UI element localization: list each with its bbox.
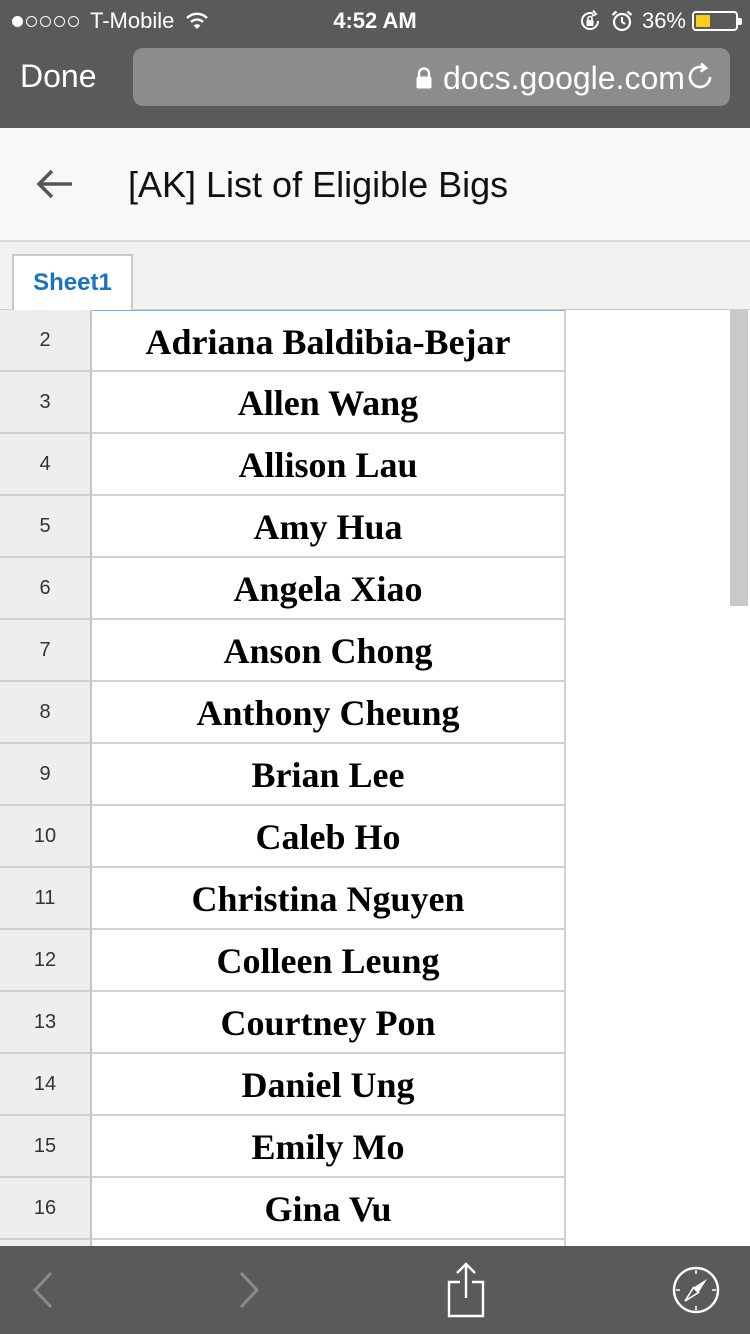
safari-toolbar xyxy=(0,1246,750,1334)
lock-icon xyxy=(416,67,432,89)
browser-chrome: T-Mobile 4:52 AM 36% Done docs.google.co… xyxy=(0,0,750,128)
document-header: [AK] List of Eligible Bigs xyxy=(0,128,750,242)
vertical-scrollbar[interactable] xyxy=(730,310,748,606)
table-cell[interactable]: Angela Xiao xyxy=(92,558,566,620)
share-button[interactable] xyxy=(440,1246,492,1334)
table-cell[interactable]: Gina Vu xyxy=(92,1178,566,1240)
status-bar: T-Mobile 4:52 AM 36% xyxy=(0,0,750,40)
table-cell[interactable]: Amy Hua xyxy=(92,496,566,558)
table-row: 13 Courtney Pon xyxy=(0,992,566,1054)
row-header[interactable]: 15 xyxy=(0,1116,92,1178)
reload-icon[interactable] xyxy=(684,61,716,93)
row-header[interactable]: 14 xyxy=(0,1054,92,1116)
row-header[interactable]: 5 xyxy=(0,496,92,558)
table-row: 7 Anson Chong xyxy=(0,620,566,682)
table-row: 5 Amy Hua xyxy=(0,496,566,558)
table-row: 6 Angela Xiao xyxy=(0,558,566,620)
table-row: 10 Caleb Ho xyxy=(0,806,566,868)
table-cell[interactable]: Allen Wang xyxy=(92,372,566,434)
share-icon xyxy=(447,1262,485,1318)
table-row: 2 Adriana Baldibia-Bejar xyxy=(0,310,566,372)
table-row: 8 Anthony Cheung xyxy=(0,682,566,744)
alarm-icon xyxy=(611,10,633,32)
row-header[interactable]: 13 xyxy=(0,992,92,1054)
row-header[interactable]: 10 xyxy=(0,806,92,868)
document-title: [AK] List of Eligible Bigs xyxy=(128,164,509,205)
table-cell[interactable]: Brian Lee xyxy=(92,744,566,806)
orientation-lock-icon xyxy=(580,9,599,30)
table-cell[interactable]: Emily Mo xyxy=(92,1116,566,1178)
row-header[interactable]: 4 xyxy=(0,434,92,496)
row-header[interactable]: 2 xyxy=(0,310,92,372)
address-bar[interactable]: docs.google.com xyxy=(133,48,730,106)
row-header[interactable]: 11 xyxy=(0,868,92,930)
back-arrow-icon[interactable] xyxy=(34,164,76,204)
status-right: 36% xyxy=(578,8,742,34)
back-chevron-icon xyxy=(32,1271,53,1309)
row-header[interactable]: 3 xyxy=(0,372,92,434)
table-cell[interactable]: Daniel Ung xyxy=(92,1054,566,1116)
table-row: 12 Colleen Leung xyxy=(0,930,566,992)
table-row: 14 Daniel Ung xyxy=(0,1054,566,1116)
table-cell[interactable]: Christina Nguyen xyxy=(92,868,566,930)
battery-fill xyxy=(696,15,710,27)
done-button[interactable]: Done xyxy=(20,58,97,95)
spreadsheet-grid[interactable]: 2 Adriana Baldibia-Bejar 3 Allen Wang 4 Allis… xyxy=(0,310,750,1246)
table-cell[interactable]: Anthony Cheung xyxy=(92,682,566,744)
row-header[interactable]: 6 xyxy=(0,558,92,620)
back-button[interactable] xyxy=(20,1246,66,1334)
battery-icon xyxy=(692,11,742,31)
forward-chevron-icon xyxy=(239,1271,260,1309)
sheet-tabs: Sheet1 xyxy=(0,242,750,310)
address-url: docs.google.com xyxy=(443,60,685,96)
forward-button[interactable] xyxy=(226,1246,272,1334)
table-row: 16 Gina Vu xyxy=(0,1178,566,1240)
bookmarks-button[interactable] xyxy=(668,1246,724,1334)
row-header[interactable]: 9 xyxy=(0,744,92,806)
row-header[interactable]: 7 xyxy=(0,620,92,682)
row-header[interactable]: 16 xyxy=(0,1178,92,1240)
table-cell[interactable]: Courtney Pon xyxy=(92,992,566,1054)
table-row: 3 Allen Wang xyxy=(0,372,566,434)
row-header[interactable]: 12 xyxy=(0,930,92,992)
tab-sheet1[interactable]: Sheet1 xyxy=(12,254,133,310)
battery-percent: 36% xyxy=(641,8,686,33)
table-row: 15 Emily Mo xyxy=(0,1116,566,1178)
table-row: 4 Allison Lau xyxy=(0,434,566,496)
compass-icon xyxy=(672,1266,720,1314)
table-row: 11 Christina Nguyen xyxy=(0,868,566,930)
table-cell[interactable]: Colleen Leung xyxy=(92,930,566,992)
table-cell[interactable]: Caleb Ho xyxy=(92,806,566,868)
table-cell[interactable]: Allison Lau xyxy=(92,434,566,496)
table-cell[interactable]: Anson Chong xyxy=(92,620,566,682)
row-header[interactable]: 8 xyxy=(0,682,92,744)
table-row: 9 Brian Lee xyxy=(0,744,566,806)
table-cell[interactable]: Adriana Baldibia-Bejar xyxy=(92,310,566,372)
